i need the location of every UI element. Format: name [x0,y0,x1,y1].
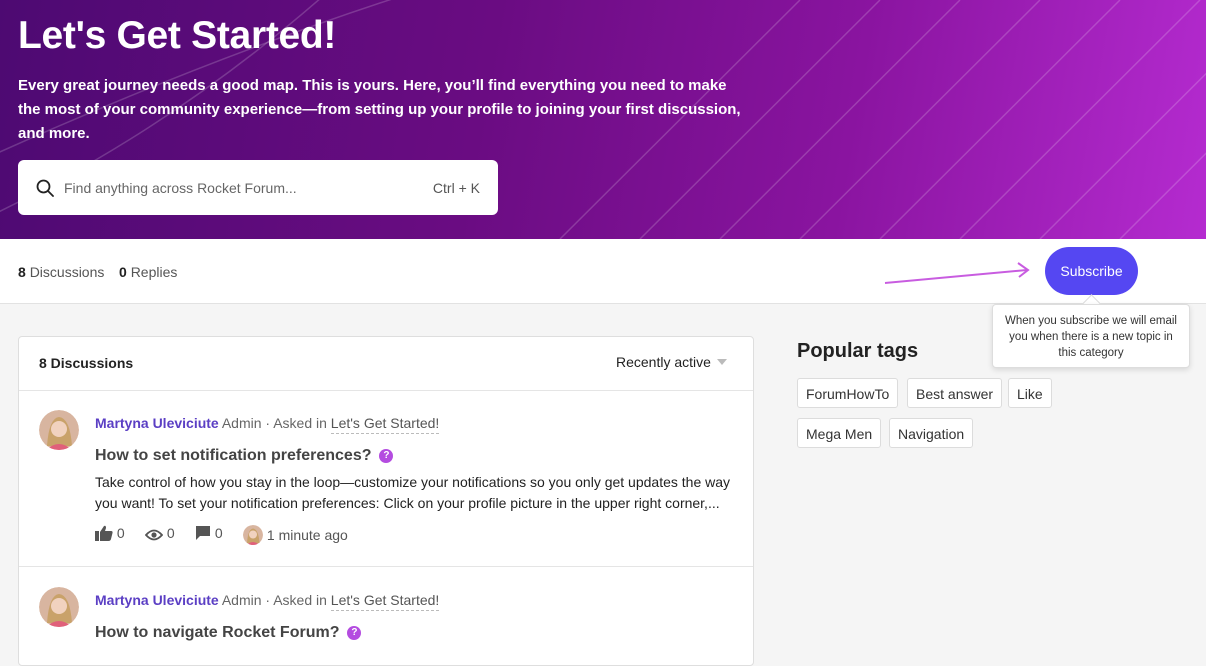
replies-count: 0 [119,264,127,280]
question-badge-icon: ? [379,449,394,463]
hero-banner: Let's Get Started! Every great journey n… [0,0,1206,239]
author-name[interactable]: Martyna Uleviciute [95,415,219,431]
discussion-meta: Martyna Uleviciute Admin · Asked in Let'… [95,592,440,611]
comments-count: 0 [214,525,223,541]
category-link[interactable]: Let's Get Started! [330,592,440,611]
tag-navigation[interactable]: Navigation [889,418,974,448]
search-box[interactable]: Ctrl + K [18,160,498,215]
search-shortcut: Ctrl + K [432,180,480,196]
pointer-arrow-icon [884,262,1030,284]
discussion-meta: Martyna Uleviciute Admin · Asked in Let'… [95,415,440,434]
views-stat: 0 [144,525,175,541]
popular-tags-title: Popular tags [797,340,919,362]
discussion-item[interactable]: Martyna Uleviciute Admin · Asked in Let'… [19,390,753,566]
discussion-item[interactable]: Martyna Uleviciute Admin · Asked in Let'… [19,566,753,665]
author-role: Admin [221,592,262,608]
discussion-title-row[interactable]: How to set notification preferences?? [95,447,394,465]
subscribe-tooltip: When you subscribe we will email you whe… [992,304,1190,368]
last-activity-time: 1 minute ago [266,527,348,543]
likes-count: 0 [116,525,125,541]
discussions-label: Discussions [29,264,105,280]
tag-best-answer[interactable]: Best answer [907,378,1003,408]
replies-label: Replies [130,264,178,280]
discussion-excerpt: Take control of how you stay in the loop… [95,474,731,511]
discussion-title-row[interactable]: How to navigate Rocket Forum?? [95,624,362,642]
discussions-header: 8 Discussions Recently active [19,337,753,391]
likes-stat[interactable]: 0 [95,525,125,541]
page-description: Every great journey needs a good map. Th… [18,77,741,142]
discussions-count: 8 [18,264,26,280]
discussions-stat: 8 Discussions [18,264,104,280]
thumbs-up-icon [95,525,113,541]
comment-icon [196,526,210,540]
eye-icon [144,529,164,541]
tag-like[interactable]: Like [1008,378,1052,408]
avatar[interactable] [39,410,79,450]
avatar[interactable] [39,587,79,627]
sort-dropdown[interactable]: Recently active [616,354,711,370]
discussion-title[interactable]: How to navigate Rocket Forum? [95,624,339,641]
page-title: Let's Get Started! [18,14,337,57]
search-icon [36,179,54,197]
search-input[interactable] [64,160,404,215]
author-name[interactable]: Martyna Uleviciute [95,592,219,608]
avatar[interactable] [243,525,263,545]
subscribe-button[interactable]: Subscribe [1045,247,1138,295]
last-activity[interactable]: 1 minute ago [243,525,348,545]
replies-stat: 0 Replies [119,264,177,280]
views-count: 0 [166,525,175,541]
discussion-title[interactable]: How to set notification preferences? [95,447,371,464]
chevron-down-icon[interactable] [717,359,727,365]
question-badge-icon: ? [347,626,362,640]
asked-in-label: · Asked in [265,415,327,431]
category-link[interactable]: Let's Get Started! [330,415,440,434]
tag-forumhowto[interactable]: ForumHowTo [797,378,899,408]
comments-stat: 0 [195,525,223,541]
discussions-panel: 8 Discussions Recently active Martyna Ul… [18,336,754,666]
discussions-title: 8 Discussions [39,355,134,371]
tag-mega-men[interactable]: Mega Men [797,418,882,448]
asked-in-label: · Asked in [265,592,327,608]
author-role: Admin [221,415,262,431]
